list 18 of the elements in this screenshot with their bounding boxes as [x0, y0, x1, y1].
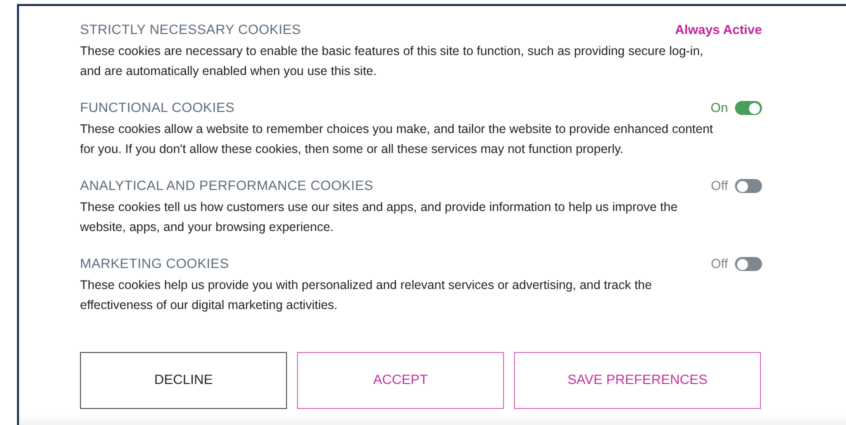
action-button[interactable]: SAVE PREFERENCES — [514, 352, 761, 409]
category-title: STRICTLY NECESSARY COOKIES — [80, 20, 302, 39]
toggle-status: Off — [710, 177, 728, 196]
category-description: These cookies are necessary to enable the basic features of this site to function, such as providing secure log-in, and are automatically enabled when you use this site. — [80, 43, 704, 80]
category-title: FUNCTIONAL COOKIES — [80, 98, 235, 117]
category-title: ANALYTICAL AND PERFORMANCE COOKIES — [80, 176, 374, 195]
toggle-status: Off — [710, 255, 728, 274]
toggle-switch[interactable] — [735, 179, 762, 193]
toggle-status: On — [710, 99, 728, 118]
action-button[interactable]: DECLINE — [80, 352, 287, 409]
category-title: MARKETING COOKIES — [80, 254, 229, 273]
action-button[interactable]: ACCEPT — [297, 352, 504, 409]
always-active-label: Always Active — [675, 21, 762, 40]
category-description: These cookies allow a website to remember choices you make, and tailor the website to provide enhanced content for you. If you don't allow these cookies, then some or all these services may not function properly. — [80, 121, 714, 158]
toggle-switch[interactable] — [735, 101, 762, 115]
category-description: These cookies help us provide you with personalized and relevant services or advertising, and track the effectiveness of our digital marketing activities. — [80, 277, 653, 314]
toggle-switch[interactable] — [735, 257, 762, 271]
category-description: These cookies tell us how customers use our sites and apps, and provide information to help us improve the website, apps, and your browsing experience. — [80, 199, 679, 236]
